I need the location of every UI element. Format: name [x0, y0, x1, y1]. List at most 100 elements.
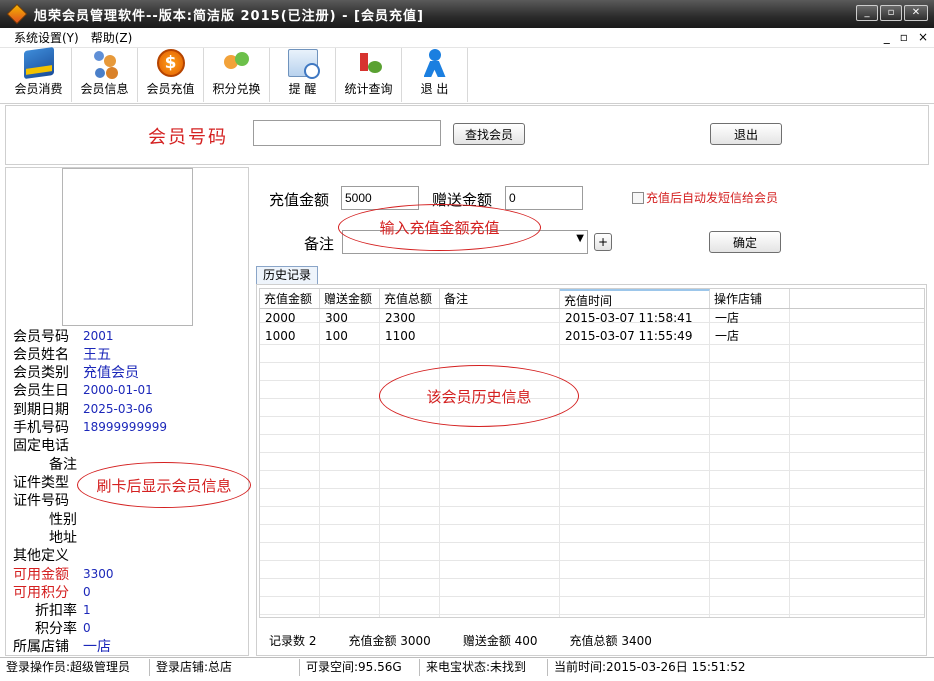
info-label: 备注: [49, 457, 77, 473]
history-frame: 充值金额 赠送金额 充值总额 备注 充值时间 操作店铺 2000 300 230…: [256, 284, 927, 656]
toolbar-member-consume[interactable]: 会员消费: [6, 46, 72, 102]
info-label: 折扣率: [35, 603, 77, 619]
status-bar: 登录操作员:超级管理员 登录店铺:总店 可录空间:95.56G 来电宝状态:未找…: [0, 657, 934, 676]
toolbar-member-recharge[interactable]: $ 会员充值: [138, 48, 204, 102]
mdi-close-button[interactable]: ×: [918, 30, 928, 44]
member-info-annotation: 刷卡后显示会员信息: [77, 462, 251, 508]
menu-system-settings[interactable]: 系统设置(Y): [8, 29, 85, 46]
sms-checkbox-label: 充值后自动发短信给会员: [646, 191, 779, 205]
remind-icon: [287, 49, 320, 79]
column-header[interactable]: 充值时间: [560, 289, 710, 308]
find-member-button[interactable]: 查找会员: [453, 123, 525, 145]
maximize-button[interactable]: ▫: [880, 5, 902, 21]
checkbox-box[interactable]: [632, 191, 644, 204]
sms-checkbox[interactable]: 充值后自动发短信给会员: [632, 189, 778, 206]
summary-bonus: 赠送金额 400: [462, 633, 538, 648]
coin-icon: $: [156, 49, 185, 77]
mdi-minimize-button[interactable]: _: [884, 30, 890, 44]
info-value: 2001: [83, 329, 114, 343]
toolbar-label: 会员充值: [146, 82, 195, 96]
info-value: 一店: [83, 639, 111, 655]
info-row-phone: 固定电话: [13, 436, 83, 454]
column-header[interactable]: 充值总额: [380, 289, 440, 308]
add-remark-button[interactable]: +: [594, 233, 612, 251]
bonus-amount-input[interactable]: [505, 186, 583, 210]
history-summary: 记录数 2 充值金额 3000 赠送金额 400 充值总额 3400: [257, 628, 925, 652]
toolbar-label: 会员消费: [14, 82, 63, 96]
minimize-button[interactable]: _: [856, 5, 878, 21]
info-label: 证件类型: [13, 475, 69, 491]
member-no-input[interactable]: [253, 120, 441, 146]
toolbar-points-exchange[interactable]: 积分兑换: [204, 48, 270, 102]
column-line: [320, 309, 380, 617]
window-title: 旭荣会员管理软件--版本:简洁版 2015(已注册) - [会员充值]: [34, 8, 424, 24]
menu-help[interactable]: 帮助(Z): [85, 29, 139, 46]
card-icon: [23, 46, 54, 80]
info-label: 会员号码: [13, 329, 69, 345]
search-panel: 会员号码 查找会员 退出: [5, 105, 929, 165]
status-operator: 登录操作员:超级管理员: [0, 658, 150, 676]
mdi-restore-button[interactable]: ▫: [900, 30, 908, 44]
info-value: 充值会员: [83, 365, 139, 381]
info-row-category: 会员类别 充值会员: [13, 363, 139, 381]
chevron-down-icon[interactable]: ▼: [576, 233, 584, 244]
column-line: [260, 309, 320, 617]
info-row-gender: 性别: [13, 510, 83, 528]
status-time: 当前时间:2015-03-26日 15:51:52: [554, 659, 746, 674]
recharge-annotation: 输入充值金额充值: [338, 204, 541, 251]
info-label: 所属店铺: [13, 639, 69, 655]
toolbar-remind[interactable]: 提 醒: [270, 48, 336, 102]
exchange-icon: [222, 49, 252, 77]
toolbar-statistics[interactable]: 统计查询: [336, 48, 402, 102]
column-header[interactable]: 赠送金额: [320, 289, 380, 308]
info-row-other: 其他定义: [13, 546, 83, 564]
info-row-points-rate: 积分率 0: [13, 619, 91, 637]
toolbar-label: 会员信息: [80, 82, 129, 96]
window-controls: _ ▫ ✕: [856, 5, 928, 21]
status-store: 登录店铺:总店: [150, 658, 300, 676]
table-header: 充值金额 赠送金额 充值总额 备注 充值时间 操作店铺: [260, 289, 924, 309]
title-bar: 旭荣会员管理软件--版本:简洁版 2015(已注册) - [会员充值] _ ▫ …: [0, 0, 934, 28]
toolbar-label: 积分兑换: [212, 82, 261, 96]
info-value: 3300: [83, 567, 114, 581]
column-header[interactable]: 备注: [440, 289, 560, 308]
tab-history[interactable]: 历史记录: [256, 266, 319, 284]
info-value: 0: [83, 585, 91, 599]
info-label: 固定电话: [13, 438, 69, 454]
info-label: 地址: [49, 530, 77, 546]
recharge-amount-label: 充值金额: [269, 191, 330, 209]
toolbar: 会员消费 会员信息 $ 会员充值 积分兑换 提 醒 统计查询 退 出: [0, 46, 934, 104]
remark-label: 备注: [304, 235, 335, 253]
column-header[interactable]: 操作店铺: [710, 289, 790, 308]
info-label: 可用积分: [13, 585, 69, 601]
column-line: [710, 309, 790, 617]
info-value: 2025-03-06: [83, 402, 153, 416]
info-label: 证件号码: [13, 493, 69, 509]
column-line: [380, 309, 440, 617]
info-row-mobile: 手机号码 18999999999: [13, 418, 167, 436]
info-label: 积分率: [35, 621, 77, 637]
info-label: 性别: [49, 512, 77, 528]
toolbar-label: 退 出: [420, 82, 449, 96]
toolbar-label: 统计查询: [344, 82, 393, 96]
summary-count: 记录数 2: [269, 633, 317, 648]
member-photo: [62, 168, 193, 326]
mdi-controls: _ ▫ ×: [884, 30, 928, 44]
toolbar-exit[interactable]: 退 出: [402, 48, 468, 102]
history-table[interactable]: 充值金额 赠送金额 充值总额 备注 充值时间 操作店铺 2000 300 230…: [259, 288, 925, 618]
toolbar-label: 提 醒: [288, 82, 317, 96]
confirm-button[interactable]: 确定: [709, 231, 781, 253]
info-row-birthday: 会员生日 2000-01-01: [13, 381, 153, 399]
info-value: 1: [83, 603, 91, 617]
close-button[interactable]: ✕: [904, 5, 928, 21]
member-no-label: 会员号码: [148, 127, 228, 148]
exit-button[interactable]: 退出: [710, 123, 782, 145]
toolbar-member-info[interactable]: 会员信息: [72, 48, 138, 102]
info-label: 到期日期: [13, 402, 69, 418]
column-header[interactable]: 充值金额: [260, 289, 320, 308]
info-row-id-no: 证件号码: [13, 491, 83, 509]
info-row-balance: 可用金额 3300: [13, 565, 114, 583]
menu-bar: 系统设置(Y) 帮助(Z) _ ▫ ×: [0, 28, 934, 48]
info-value: 王五: [83, 347, 111, 363]
status-device: 来电宝状态:未找到: [420, 658, 548, 676]
